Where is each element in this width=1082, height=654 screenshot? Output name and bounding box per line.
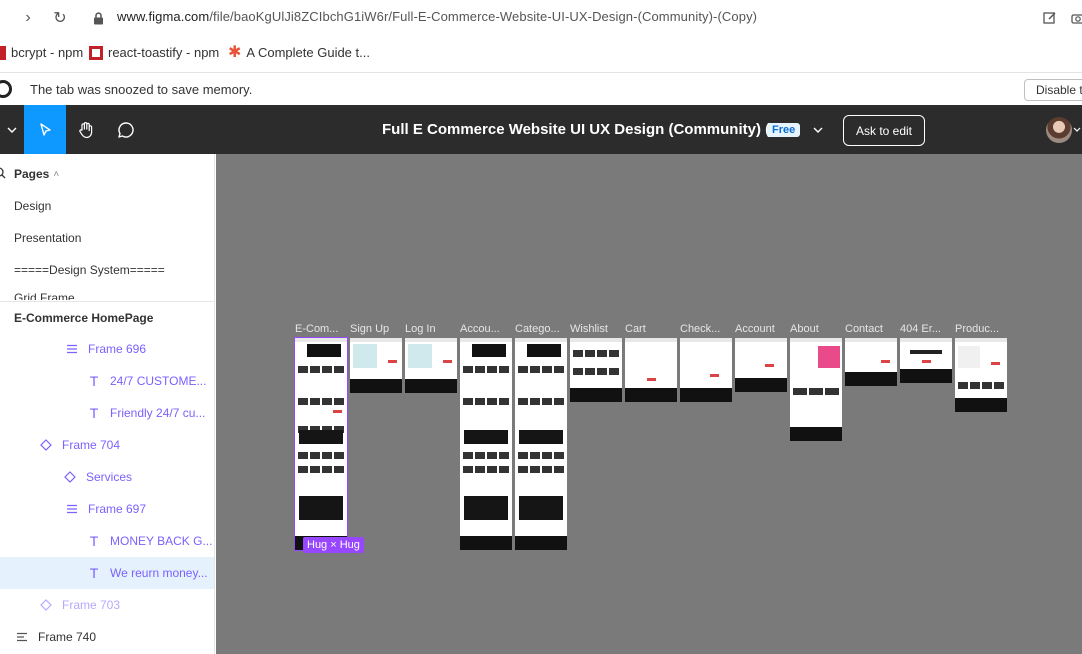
disable-button[interactable]: Disable t bbox=[1024, 79, 1082, 101]
size-badge: Hug × Hug bbox=[303, 537, 364, 553]
bookmark-react-toastify[interactable]: react-toastify - npm bbox=[89, 45, 219, 60]
pages-label: Pages bbox=[14, 167, 50, 181]
move-tool-icon[interactable] bbox=[24, 105, 66, 154]
layer-text-customer[interactable]: T 24/7 CUSTOME... bbox=[0, 365, 214, 397]
frame-label-account[interactable]: Accou... bbox=[460, 323, 514, 335]
layer-services[interactable]: Services bbox=[0, 461, 214, 493]
asterisk-icon: ✱ bbox=[228, 43, 242, 61]
collapse-chevron-icon[interactable]: ˄ bbox=[53, 169, 59, 180]
snooze-bar: The tab was snoozed to save memory. Disa… bbox=[0, 72, 1082, 105]
avatar-chevron-icon bbox=[1073, 127, 1080, 132]
reload-icon[interactable]: ↻ bbox=[50, 8, 70, 28]
frame-checkout[interactable] bbox=[680, 338, 732, 402]
avatar-icon bbox=[1045, 116, 1072, 143]
forward-icon[interactable]: › bbox=[18, 8, 38, 28]
component-icon bbox=[38, 437, 54, 453]
bookmark-complete-guide[interactable]: ✱ A Complete Guide t... bbox=[228, 43, 370, 61]
figma-toolbar: Full E Commerce Website UI UX Design (Co… bbox=[0, 105, 1082, 154]
title-dropdown-chevron-icon[interactable] bbox=[810, 105, 826, 154]
address-bar: › ↻ www.figma.com/file/baoKgUlJi8ZCIbchG… bbox=[0, 0, 1082, 36]
bookmark-bcrypt[interactable]: bcrypt - npm bbox=[0, 45, 83, 60]
camera-icon[interactable] bbox=[1068, 8, 1082, 28]
frame-label-404[interactable]: 404 Er... bbox=[900, 323, 954, 335]
main-menu-chevron-icon[interactable] bbox=[0, 105, 24, 154]
bookmarks-bar: bcrypt - npm react-toastify - npm ✱ A Co… bbox=[0, 36, 1082, 70]
frame-label-login[interactable]: Log In bbox=[405, 323, 459, 335]
user-avatar[interactable] bbox=[1044, 105, 1082, 154]
frame-label-wishlist[interactable]: Wishlist bbox=[570, 323, 624, 335]
npm-icon bbox=[0, 45, 6, 60]
layer-frame-696[interactable]: Frame 696 bbox=[0, 333, 214, 365]
file-title[interactable]: Full E Commerce Website UI UX Design (Co… bbox=[382, 121, 783, 138]
frame-label-checkout[interactable]: Check... bbox=[680, 323, 734, 335]
text-icon: T bbox=[89, 565, 99, 581]
frame-label-about[interactable]: About bbox=[790, 323, 844, 335]
text-icon: T bbox=[89, 373, 99, 389]
frame-label-category[interactable]: Catego... bbox=[515, 323, 569, 335]
autolayout-icon bbox=[64, 501, 80, 517]
layer-frame-703[interactable]: Frame 703 bbox=[0, 589, 214, 621]
frame-login[interactable] bbox=[405, 338, 457, 393]
hand-tool-icon[interactable] bbox=[66, 105, 106, 154]
layer-text-money-back[interactable]: T MONEY BACK G... bbox=[0, 525, 214, 557]
snooze-icon bbox=[0, 80, 12, 98]
layer-frame-704[interactable]: Frame 704 bbox=[0, 429, 214, 461]
frame-label-cart[interactable]: Cart bbox=[625, 323, 679, 335]
npm-icon bbox=[89, 45, 103, 60]
layer-frame-740[interactable]: Frame 740 bbox=[0, 621, 214, 653]
frame-category[interactable] bbox=[515, 338, 567, 550]
text-icon: T bbox=[89, 533, 99, 549]
comment-tool-icon[interactable] bbox=[106, 105, 146, 154]
page-item-grid-frame[interactable]: Grid Frame bbox=[0, 288, 214, 300]
component-icon bbox=[38, 597, 54, 613]
frame-contact[interactable] bbox=[845, 338, 897, 386]
layer-frame-697[interactable]: Frame 697 bbox=[0, 493, 214, 525]
frame-ecommerce-home[interactable] bbox=[294, 337, 348, 551]
frame-about[interactable] bbox=[790, 338, 842, 441]
frame-label-contact[interactable]: Contact bbox=[845, 323, 899, 335]
autolayout-icon bbox=[64, 341, 80, 357]
current-page-title[interactable]: E-Commerce HomePage bbox=[0, 302, 214, 334]
plan-badge: Free bbox=[767, 123, 801, 137]
autolayout-icon bbox=[14, 629, 30, 645]
component-icon bbox=[62, 469, 78, 485]
frame-label-product[interactable]: Produc... bbox=[955, 323, 1009, 335]
frame-account-2[interactable] bbox=[735, 338, 787, 392]
frame-label-account-2[interactable]: Account bbox=[735, 323, 789, 335]
frame-product[interactable] bbox=[955, 338, 1007, 412]
frame-label-ecommerce[interactable]: E-Com... bbox=[295, 323, 349, 335]
text-icon: T bbox=[89, 405, 99, 421]
page-item-presentation[interactable]: Presentation bbox=[0, 222, 214, 254]
layers-panel: Pages ˄ Design Presentation =====Design … bbox=[0, 154, 215, 654]
lock-icon[interactable] bbox=[88, 8, 108, 28]
frame-label-signup[interactable]: Sign Up bbox=[350, 323, 404, 335]
edit-page-icon[interactable] bbox=[1040, 8, 1060, 28]
search-icon[interactable] bbox=[0, 167, 6, 182]
frame-404[interactable] bbox=[900, 338, 952, 383]
layer-text-friendly[interactable]: T Friendly 24/7 cu... bbox=[0, 397, 214, 429]
snooze-message: The tab was snoozed to save memory. bbox=[30, 82, 253, 97]
frame-wishlist[interactable] bbox=[570, 338, 622, 402]
frame-account[interactable] bbox=[460, 338, 512, 550]
ask-to-edit-button[interactable]: Ask to edit bbox=[843, 115, 925, 146]
frame-signup[interactable] bbox=[350, 338, 402, 393]
url-text[interactable]: www.figma.com/file/baoKgUlJi8ZCIbchG1iW6… bbox=[117, 9, 757, 24]
layer-text-we-return[interactable]: T We reurn money... bbox=[0, 557, 214, 589]
page-item-design[interactable]: Design bbox=[0, 190, 214, 222]
frame-cart[interactable] bbox=[625, 338, 677, 402]
pages-header[interactable]: Pages ˄ bbox=[0, 158, 214, 190]
page-item-design-system[interactable]: =====Design System===== bbox=[0, 254, 214, 286]
